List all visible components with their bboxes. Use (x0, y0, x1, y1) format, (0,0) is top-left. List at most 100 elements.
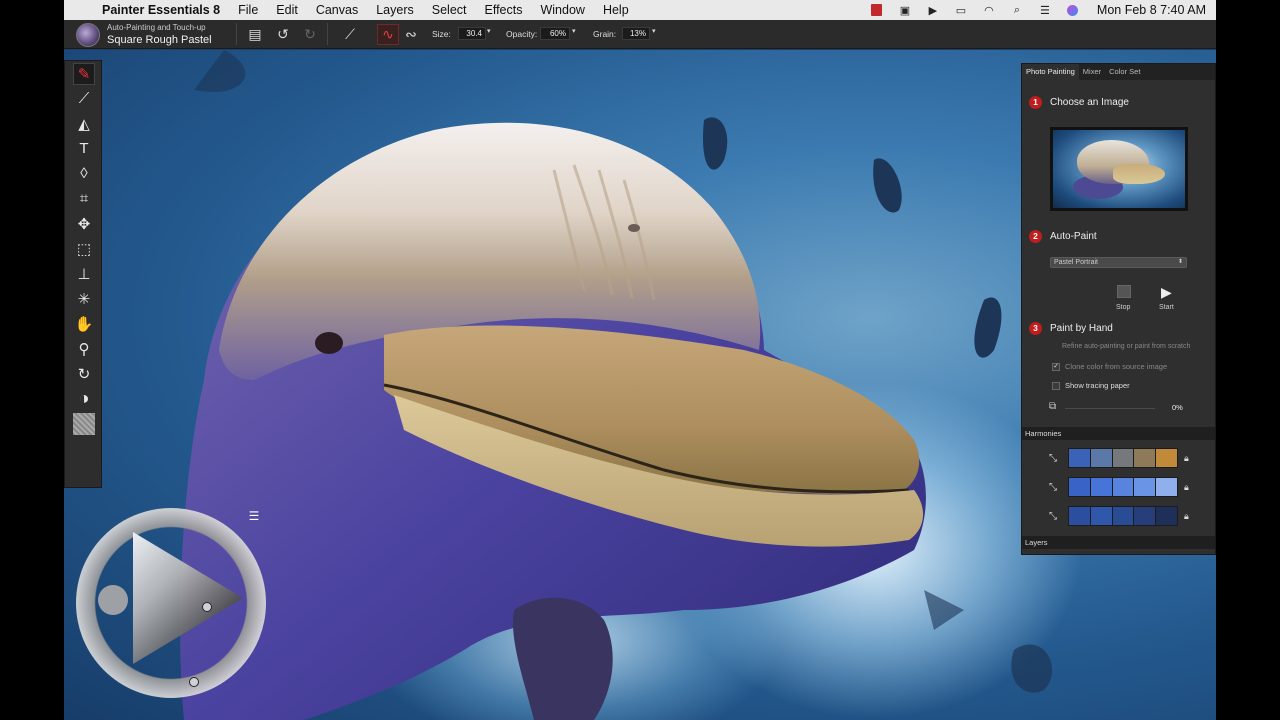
divider (327, 23, 328, 45)
swatch[interactable] (1134, 449, 1156, 467)
toolbox: ✎ ⟋ ◭ T ◊ ⌗ ✥ ⬚ ⊥ ✳ ✋ ⚲ ↻ ◑ (64, 60, 102, 488)
crop-icon: ⌗ (79, 190, 89, 207)
lock-icon[interactable]: 🔒︎ (1184, 482, 1189, 493)
lock-icon[interactable]: 🔒︎ (1184, 453, 1189, 464)
clone-color-checkbox[interactable]: ✓ Clone color from source image (1052, 362, 1167, 371)
source-image-thumbnail[interactable] (1050, 127, 1188, 211)
lock-icon[interactable]: 🔒︎ (1184, 511, 1189, 522)
paper-texture[interactable] (65, 411, 103, 436)
menu-canvas[interactable]: Canvas (316, 3, 358, 17)
straight-line-stroke-icon[interactable]: ∾ (400, 24, 422, 45)
menu-effects[interactable]: Effects (485, 3, 523, 17)
paint-bucket-tool[interactable]: ◭ (65, 111, 103, 136)
battery-icon[interactable]: ▭ (953, 4, 969, 17)
screen-share-icon[interactable]: ▣ (897, 4, 913, 17)
freehand-stroke-icon[interactable]: ∿ (377, 24, 399, 45)
swatch[interactable] (1090, 478, 1112, 496)
brush-tool[interactable]: ✎ (65, 61, 103, 86)
harmony-analogous-icon[interactable]: ⤡ (1046, 482, 1060, 493)
property-bar: Auto-Painting and Touch-up Square Rough … (64, 20, 1216, 49)
status-area: ▣ ▶ ▭ ◠ ⌕ ☰ Mon Feb 8 7:40 AM (869, 0, 1206, 20)
reset-tool-icon[interactable]: ⟋ (339, 24, 361, 45)
wifi-icon[interactable]: ◠ (981, 4, 997, 17)
grain-dropdown-icon[interactable]: ▾ (652, 27, 656, 35)
swatch[interactable] (1156, 449, 1177, 467)
temporal-color-palette[interactable] (76, 508, 266, 698)
menu-select[interactable]: Select (432, 3, 467, 17)
tab-mixer[interactable]: Mixer (1079, 64, 1105, 80)
text-tool[interactable]: T (65, 136, 103, 161)
redo-icon[interactable]: ↻ (299, 24, 321, 45)
brush-variant[interactable]: Square Rough Pastel (107, 34, 212, 46)
swatch[interactable] (1069, 449, 1090, 467)
siri-icon[interactable] (1065, 4, 1081, 16)
tracing-opacity-slider[interactable] (1065, 408, 1155, 409)
menu-help[interactable]: Help (603, 3, 629, 17)
save-icon[interactable]: ▤ (244, 24, 266, 45)
step-label: Choose an Image (1050, 97, 1129, 108)
start-button[interactable]: ▶ (1161, 284, 1172, 301)
stop-button[interactable] (1117, 285, 1131, 298)
clone-color-label: Clone color from source image (1065, 362, 1168, 371)
menu-edit[interactable]: Edit (276, 3, 298, 17)
harmony-row: ⤡ 🔒︎ (1046, 477, 1189, 497)
swatch[interactable] (1069, 507, 1090, 525)
dropper-tool[interactable]: ⟋ (65, 86, 103, 111)
rotate-page-tool[interactable]: ↻ (65, 361, 103, 386)
saturation-value-triangle[interactable] (133, 532, 243, 664)
palette-menu-icon[interactable]: ☰ (247, 510, 261, 523)
grain-label: Grain: (593, 29, 617, 39)
harmony-monochromatic-icon[interactable]: ⤡ (1046, 511, 1060, 522)
control-center-icon[interactable]: ☰ (1037, 4, 1053, 17)
rectangular-selection-tool[interactable]: ⬚ (65, 236, 103, 261)
tab-photo-painting[interactable]: Photo Painting (1022, 64, 1079, 80)
grabber-tool[interactable]: ✋ (65, 311, 103, 336)
size-field[interactable]: 30.4 (458, 27, 486, 40)
swatch[interactable] (1090, 449, 1112, 467)
app-menu[interactable]: Painter Essentials 8 (102, 3, 220, 17)
swatch[interactable] (1112, 449, 1134, 467)
auto-paint-style-select[interactable]: Pastel Portrait ⬍ (1050, 257, 1187, 268)
swatch[interactable] (1156, 478, 1177, 496)
opacity-field[interactable]: 60% (540, 27, 570, 40)
brush-category[interactable]: Auto-Painting and Touch-up (107, 23, 206, 32)
cloner-tool[interactable]: ⊥ (65, 261, 103, 286)
record-icon[interactable] (869, 4, 885, 16)
opacity-dropdown-icon[interactable]: ▾ (572, 27, 576, 35)
hue-ring-knob[interactable] (98, 585, 128, 615)
main-secondary-color[interactable]: ◑ (65, 386, 103, 411)
spotlight-search-icon[interactable]: ⌕ (1009, 4, 1025, 16)
magic-wand-tool[interactable]: ✳ (65, 286, 103, 311)
menu-layers[interactable]: Layers (376, 3, 414, 17)
hue-handle[interactable] (189, 677, 199, 687)
magnifier-tool[interactable]: ⚲ (65, 336, 103, 361)
checkbox-checked-icon: ✓ (1052, 362, 1060, 371)
swatch[interactable] (1134, 507, 1156, 525)
transform-icon: ✥ (77, 215, 91, 233)
menu-window[interactable]: Window (540, 3, 584, 17)
play-icon[interactable]: ▶ (925, 4, 941, 17)
grain-field[interactable]: 13% (622, 27, 650, 40)
tab-color-set[interactable]: Color Set (1105, 64, 1144, 80)
crop-tool[interactable]: ⌗ (65, 186, 103, 211)
swatch[interactable] (1112, 478, 1134, 496)
eraser-tool[interactable]: ◊ (65, 161, 103, 186)
paper-texture-icon (73, 412, 95, 435)
size-dropdown-icon[interactable]: ▾ (487, 27, 491, 35)
swatch[interactable] (1069, 478, 1090, 496)
swatch[interactable] (1134, 478, 1156, 496)
menu-file[interactable]: File (238, 3, 258, 17)
harmonies-header[interactable]: Harmonies (1022, 427, 1215, 440)
transform-tool[interactable]: ✥ (65, 211, 103, 236)
layers-header[interactable]: Layers (1022, 536, 1215, 549)
menubar-clock[interactable]: Mon Feb 8 7:40 AM (1097, 3, 1206, 17)
swatch[interactable] (1156, 507, 1177, 525)
show-tracing-paper-checkbox[interactable]: Show tracing paper (1052, 381, 1130, 390)
brush-selector-icon[interactable] (76, 23, 100, 47)
step-choose-image: 1 Choose an Image (1029, 96, 1129, 109)
color-picker-handle[interactable] (202, 602, 212, 612)
swatch[interactable] (1090, 507, 1112, 525)
harmony-complementary-icon[interactable]: ⤡ (1046, 453, 1060, 464)
undo-icon[interactable]: ↺ (272, 24, 294, 45)
swatch[interactable] (1112, 507, 1134, 525)
